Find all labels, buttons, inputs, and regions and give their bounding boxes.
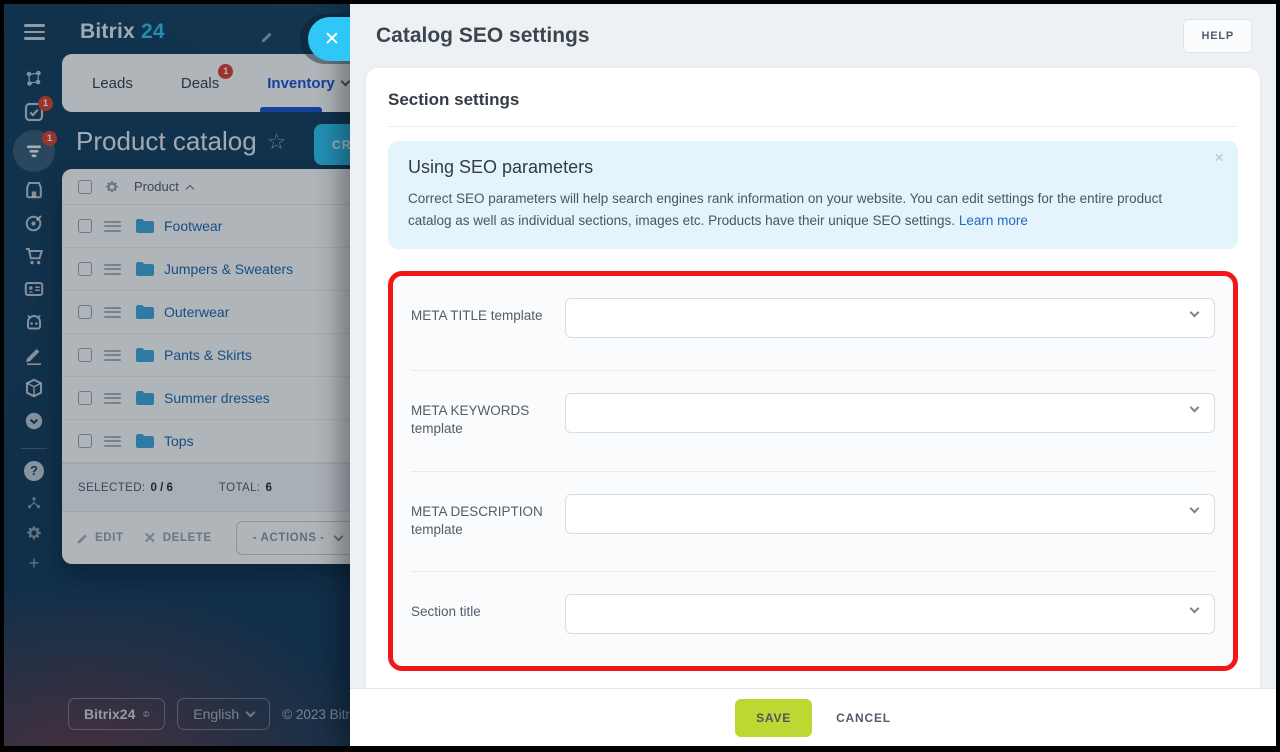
- panel-header: Catalog SEO settings HELP: [350, 4, 1276, 68]
- field-label-meta-title: META TITLE template: [411, 308, 543, 324]
- divider: [388, 126, 1238, 127]
- meta-description-select[interactable]: [565, 493, 1215, 534]
- learn-more-link[interactable]: Learn more: [959, 213, 1028, 228]
- seo-info-box: Using SEO parameters Correct SEO paramet…: [388, 141, 1238, 250]
- panel-title: Catalog SEO settings: [376, 24, 590, 47]
- screen-frame: 1 1 ? + Bitrix 24 Leads Deals 1 Inventor…: [4, 4, 1276, 746]
- chevron-down-icon: [1189, 603, 1200, 614]
- close-panel-button[interactable]: ✕: [308, 17, 350, 61]
- close-icon: ✕: [324, 28, 340, 50]
- meta-title-select[interactable]: [565, 298, 1215, 339]
- form-row: META KEYWORDS template: [393, 371, 1233, 470]
- meta-keywords-select[interactable]: [565, 393, 1215, 434]
- panel-footer: SAVE CANCEL: [350, 688, 1276, 746]
- chevron-down-icon: [1189, 402, 1200, 413]
- info-close-button[interactable]: ×: [1214, 149, 1224, 166]
- field-label-section-title: Section title: [411, 604, 481, 620]
- form-row: META TITLE template: [393, 276, 1233, 370]
- info-body: Correct SEO parameters will help search …: [408, 191, 1163, 228]
- chevron-down-icon: [1189, 503, 1200, 514]
- save-button[interactable]: SAVE: [735, 698, 813, 737]
- form-row: Section title: [393, 572, 1233, 666]
- seo-settings-panel: ✕ Catalog SEO settings HELP Section sett…: [300, 4, 1276, 746]
- form-row: META DESCRIPTION template: [393, 472, 1233, 571]
- highlighted-form-area: META TITLE template META KEYWORDS templa…: [388, 271, 1238, 672]
- close-icon: ×: [1214, 148, 1224, 167]
- cancel-button[interactable]: CANCEL: [836, 711, 891, 725]
- settings-card: Section settings Using SEO parameters Co…: [366, 68, 1260, 688]
- section-title-select[interactable]: [565, 594, 1215, 635]
- field-label-meta-keywords: META KEYWORDS template: [411, 403, 530, 437]
- field-label-meta-description: META DESCRIPTION template: [411, 503, 543, 537]
- chevron-down-icon: [1189, 307, 1200, 318]
- panel-body: Section settings Using SEO parameters Co…: [350, 68, 1276, 688]
- section-settings-title: Section settings: [388, 90, 520, 109]
- info-title: Using SEO parameters: [408, 157, 594, 177]
- help-button[interactable]: HELP: [1183, 19, 1252, 53]
